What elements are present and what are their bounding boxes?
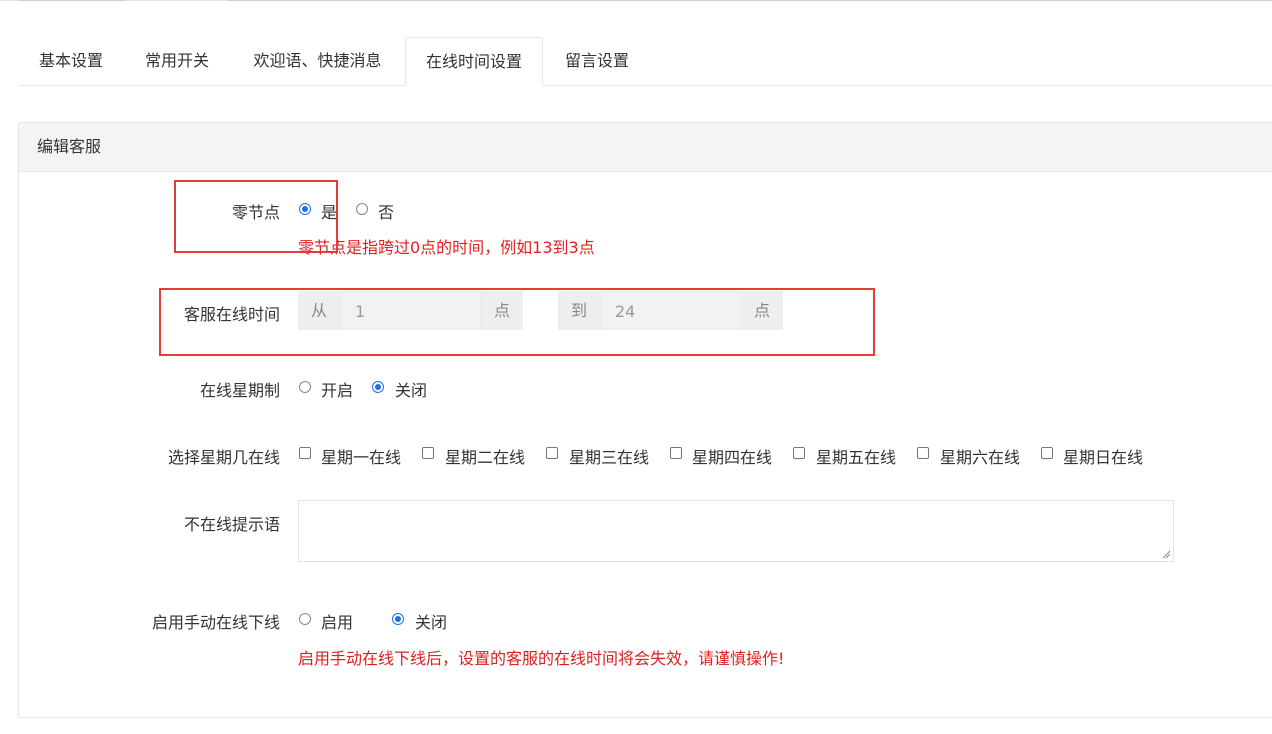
manual-disable-radio[interactable] xyxy=(392,613,404,625)
saturday-checkbox[interactable] xyxy=(917,447,929,459)
thursday-label[interactable]: 星期四在线 xyxy=(692,444,772,468)
settings-tabs: 基本设置 常用开关 欢迎语、快捷消息 在线时间设置 留言设置 xyxy=(18,37,1272,86)
weekday-mode-off-label[interactable]: 关闭 xyxy=(395,377,427,401)
manual-disable-label[interactable]: 关闭 xyxy=(415,609,447,633)
weekday-mode-on-radio[interactable] xyxy=(299,381,311,393)
sunday-label[interactable]: 星期日在线 xyxy=(1063,444,1143,468)
manual-warning-hint: 启用手动在线下线后，设置的客服的在线时间将会失效，请谨慎操作! xyxy=(298,649,785,668)
thursday-checkbox[interactable] xyxy=(670,447,682,459)
wednesday-label[interactable]: 星期三在线 xyxy=(569,444,649,468)
zero-node-no-radio[interactable] xyxy=(356,203,368,215)
weekday-mode-on-label[interactable]: 开启 xyxy=(321,377,353,401)
weekday-mode-off-radio[interactable] xyxy=(372,381,384,393)
manual-enable-label[interactable]: 启用 xyxy=(321,609,353,633)
wednesday-checkbox[interactable] xyxy=(546,447,558,459)
monday-label[interactable]: 星期一在线 xyxy=(321,444,401,468)
saturday-label[interactable]: 星期六在线 xyxy=(940,444,1020,468)
tab-basic-settings[interactable]: 基本设置 xyxy=(18,37,124,85)
highlight-box-online-time xyxy=(159,288,875,356)
zero-node-no-label[interactable]: 否 xyxy=(378,199,394,223)
weekdays-label: 选择星期几在线 xyxy=(167,448,280,467)
friday-checkbox[interactable] xyxy=(793,447,805,459)
panel-title: 编辑客服 xyxy=(19,123,1272,172)
tab-welcome-quick-messages[interactable]: 欢迎语、快捷消息 xyxy=(230,37,405,85)
offline-message-label: 不在线提示语 xyxy=(183,515,280,534)
tab-online-time-settings[interactable]: 在线时间设置 xyxy=(405,37,543,86)
resize-grip-icon[interactable] xyxy=(1162,550,1171,559)
tuesday-label[interactable]: 星期二在线 xyxy=(445,444,525,468)
weekday-mode-label: 在线星期制 xyxy=(199,381,280,400)
zero-node-hint: 零节点是指跨过0点的时间，例如13到3点 xyxy=(298,238,595,257)
offline-message-textarea[interactable] xyxy=(298,500,1174,562)
sunday-checkbox[interactable] xyxy=(1041,447,1053,459)
manual-online-label: 启用手动在线下线 xyxy=(151,613,280,632)
tab-message-settings[interactable]: 留言设置 xyxy=(543,37,651,85)
tuesday-checkbox[interactable] xyxy=(422,447,434,459)
top-divider xyxy=(0,0,1272,1)
monday-checkbox[interactable] xyxy=(299,447,311,459)
tab-common-switches[interactable]: 常用开关 xyxy=(124,37,230,85)
highlight-box-zero-node xyxy=(174,180,338,253)
manual-enable-radio[interactable] xyxy=(299,613,311,625)
friday-label[interactable]: 星期五在线 xyxy=(816,444,896,468)
